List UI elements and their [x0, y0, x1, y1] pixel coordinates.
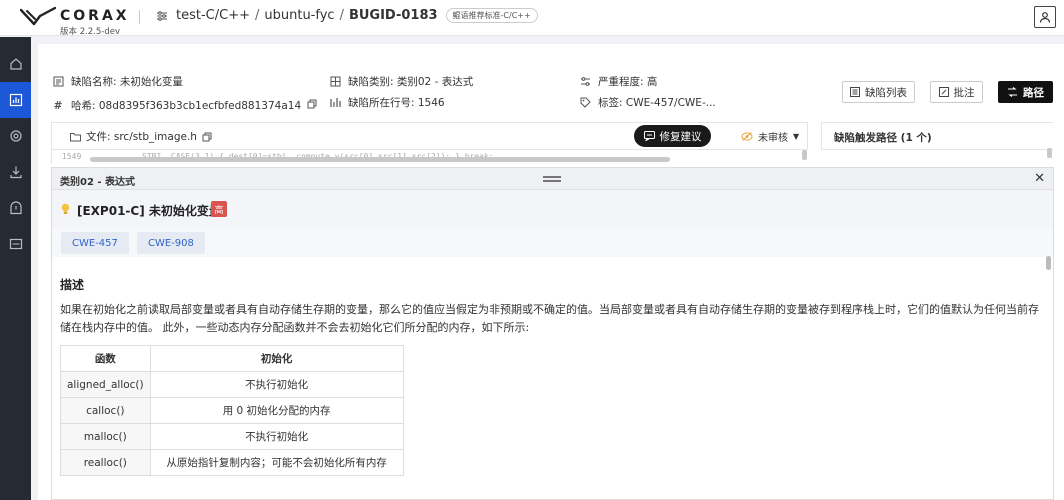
- sidebar-item-settings[interactable]: [0, 118, 31, 154]
- defect-tags: 标签: CWE-457/CWE-...: [578, 95, 716, 110]
- tag-icon: [578, 97, 592, 108]
- defect-hash: # 哈希: 08d8395f363b3cb1ecfbfed881374a14: [51, 98, 317, 113]
- file-path: 文件: src/stb_image.h: [70, 129, 212, 144]
- breadcrumb-bug: BUGID-0183: [348, 8, 438, 23]
- defect-list-button[interactable]: 缺陷列表: [842, 81, 915, 103]
- sidebar-item-reports[interactable]: [0, 226, 31, 262]
- rule-name: [EXP01-C] 未初始化变量: [77, 204, 221, 218]
- allocation-table: 函数 初始化 aligned_alloc() 不执行初始化 calloc() 用…: [60, 345, 404, 476]
- route-icon: [1008, 87, 1017, 97]
- copy-hash-icon[interactable]: [307, 99, 317, 112]
- breadcrumb-project[interactable]: test-C/C++: [176, 8, 250, 23]
- rule-detail-drawer: 类别02 - 表达式 ✕ [EXP01-C] 未初始化变量 高 CWE-457 …: [51, 167, 1054, 500]
- sidebar-item-alerts[interactable]: [0, 190, 31, 226]
- description-heading: 描述: [60, 278, 85, 292]
- table-header: 函数: [60, 345, 151, 372]
- severity-badge: 高: [211, 201, 227, 217]
- description-text: 如果在初始化之前读取局部变量或者具有自动存储生存期的变量，那么它的值应当假定为非…: [60, 303, 1039, 334]
- lightbulb-icon: [61, 203, 70, 214]
- cwe-link[interactable]: CWE-908: [137, 232, 205, 254]
- trigger-scrollbar[interactable]: [1047, 148, 1052, 158]
- rule-title-bar: [EXP01-C] 未初始化变量 高: [52, 190, 1053, 229]
- cwe-list: CWE-457 CWE-908: [52, 229, 1053, 257]
- drag-handle[interactable]: [543, 176, 561, 182]
- sidebar-item-home[interactable]: [0, 46, 31, 82]
- fix-suggestion-button[interactable]: 修复建议: [634, 125, 711, 147]
- horizontal-scrollbar[interactable]: [90, 157, 670, 162]
- code-panel-header: 文件: src/stb_image.h 修复建议 未审核 ▼: [51, 122, 808, 150]
- defect-detail-panel: 缺陷名称: 未初始化变量 # 哈希: 08d8395f363b3cb1ecfbf…: [38, 44, 1064, 500]
- logo[interactable]: CORAX 版本 2.2.5-dev: [20, 4, 130, 37]
- code-vertical-scrollbar[interactable]: [802, 150, 807, 160]
- line-number-icon: [328, 97, 342, 108]
- edit-icon: [938, 87, 949, 97]
- trigger-path-header: 缺陷触发路径 (1 个): [821, 122, 1053, 150]
- chat-icon: [643, 131, 655, 141]
- standard-tag: 鲲语推荐标准-C/C++: [445, 8, 538, 23]
- home-icon: [9, 58, 22, 70]
- defect-type: 缺陷类别: 类别02 - 表达式: [328, 74, 473, 89]
- annotate-button[interactable]: 批注: [930, 81, 983, 103]
- review-status-select[interactable]: 未审核 ▼: [741, 129, 799, 144]
- drawer-header: 类别02 - 表达式 ✕: [52, 168, 1053, 190]
- report-icon: [9, 238, 22, 250]
- sliders-icon: [157, 10, 167, 21]
- header-divider: [139, 10, 140, 24]
- brand-name: CORAX: [60, 8, 130, 24]
- sidebar-item-analysis[interactable]: [0, 82, 31, 118]
- eye-off-icon: [741, 132, 753, 141]
- sidebar: [0, 37, 31, 500]
- line-number: 1549: [62, 152, 82, 161]
- defect-line: 缺陷所在行号: 1546: [328, 95, 445, 110]
- table-header: 初始化: [149, 345, 404, 372]
- chart-icon: [9, 93, 22, 107]
- folder-icon: [70, 132, 81, 141]
- sidebar-item-download[interactable]: [0, 154, 31, 190]
- category-icon: [328, 76, 342, 87]
- table-row: aligned_alloc() 不执行初始化: [60, 371, 404, 398]
- gear-icon: [9, 130, 22, 142]
- defect-name: 缺陷名称: 未初始化变量: [51, 74, 183, 89]
- drawer-category: 类别02 - 表达式: [60, 177, 136, 188]
- close-icon[interactable]: ✕: [1034, 171, 1045, 186]
- top-bar: CORAX 版本 2.2.5-dev test-C/C++ / ubuntu-f…: [0, 0, 1064, 37]
- path-button[interactable]: 路径: [998, 81, 1053, 103]
- download-icon: [9, 166, 22, 179]
- table-row: realloc() 从原始指针复制内容；可能不会初始化所有内存: [60, 449, 404, 476]
- alert-icon: [9, 201, 22, 215]
- table-row: calloc() 用 0 初始化分配的内存: [60, 397, 404, 424]
- list-icon: [51, 76, 65, 87]
- user-button[interactable]: [1034, 6, 1056, 28]
- user-icon: [1039, 12, 1051, 23]
- breadcrumb: test-C/C++ / ubuntu-fyc / BUGID-0183 鲲语推…: [156, 8, 538, 23]
- hash-icon: #: [53, 99, 63, 112]
- corax-logo-icon: [20, 6, 56, 26]
- version-label: 版本 2.2.5-dev: [60, 27, 121, 37]
- severity-icon: [578, 76, 592, 87]
- list-icon: [850, 87, 860, 97]
- copy-path-icon[interactable]: [202, 132, 212, 142]
- table-row: malloc() 不执行初始化: [60, 423, 404, 450]
- defect-severity: 严重程度: 高: [578, 74, 657, 89]
- cwe-link[interactable]: CWE-457: [61, 232, 129, 254]
- caret-down-icon: ▼: [793, 132, 800, 141]
- breadcrumb-task[interactable]: ubuntu-fyc: [264, 8, 334, 23]
- drawer-scrollbar[interactable]: [1046, 256, 1051, 270]
